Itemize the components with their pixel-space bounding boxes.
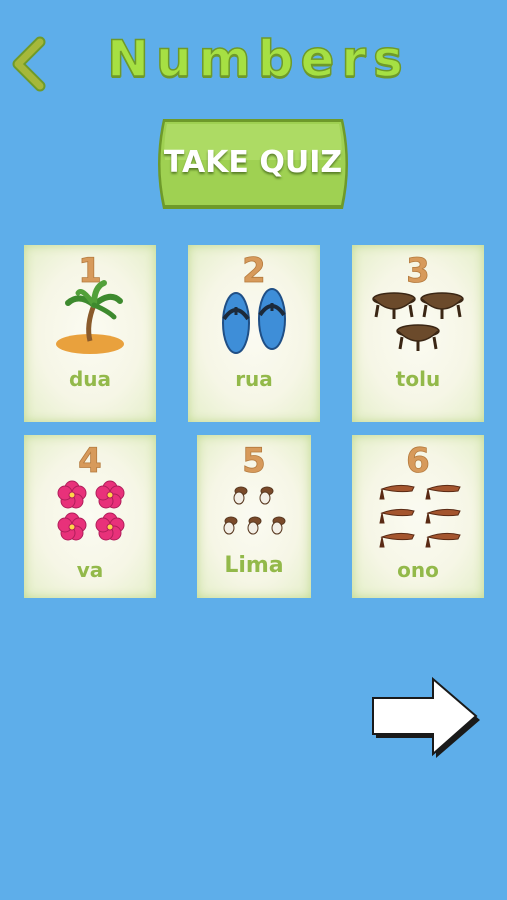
palm-island-icon — [56, 280, 124, 354]
flip-flops-icon — [222, 288, 286, 354]
number-card-5[interactable]: 5 Lima — [197, 435, 311, 598]
take-quiz-label: TAKE QUIZ — [163, 145, 343, 180]
card-word: ono — [397, 558, 439, 582]
number-card-3[interactable]: 3 tolu — [352, 245, 484, 422]
card-word: va — [76, 558, 104, 582]
number-card-2[interactable]: 2 rua — [188, 245, 320, 422]
page-title: Numbers — [106, 29, 410, 89]
number-card-1[interactable]: 1 dua — [24, 245, 156, 422]
arrow-right-icon — [372, 676, 480, 758]
card-word: tolu — [395, 367, 441, 391]
card-word: dua — [68, 367, 112, 391]
number-card-6[interactable]: 6 ono — [352, 435, 484, 598]
kava-bowls-icon — [372, 292, 464, 351]
take-quiz-button[interactable]: TAKE QUIZ — [155, 115, 351, 213]
number-card-4[interactable]: 4 va — [24, 435, 156, 598]
card-word: Lima — [224, 553, 284, 578]
card-word: rua — [235, 367, 273, 391]
next-button[interactable] — [370, 676, 484, 762]
